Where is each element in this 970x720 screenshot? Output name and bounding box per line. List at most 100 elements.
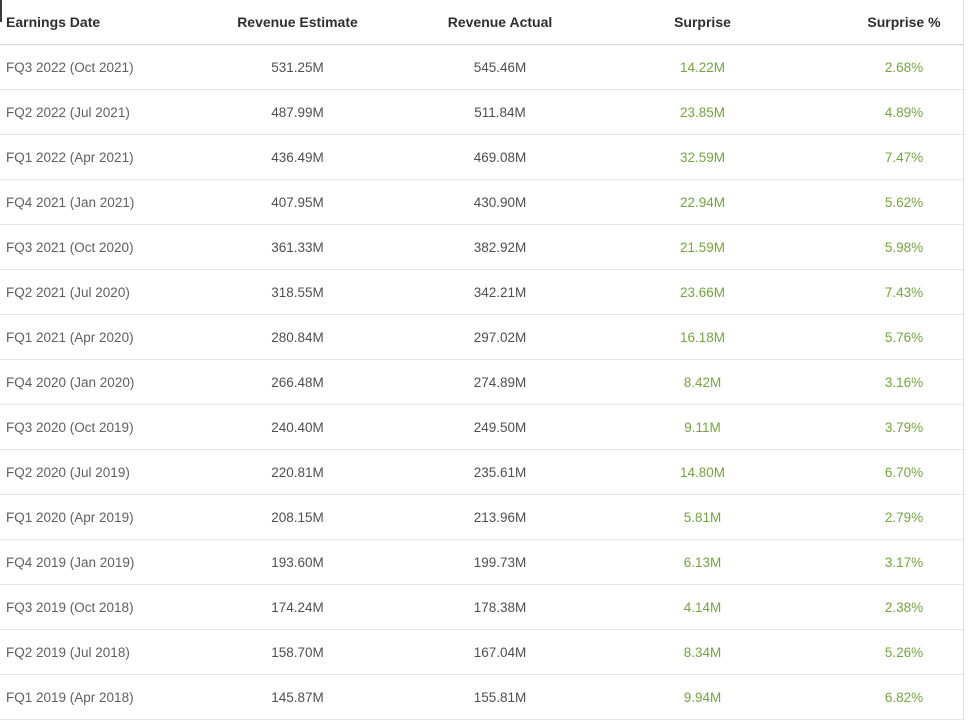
earnings-history-panel: Earnings Date Revenue Estimate Revenue A…	[0, 0, 970, 720]
table-body: FQ3 2022 (Oct 2021) 531.25M 545.46M 14.2…	[0, 44, 963, 720]
surprise-pct-cell: 7.43%	[805, 269, 963, 315]
surprise-cell: 23.85M	[600, 89, 805, 135]
revenue-actual-cell: 297.02M	[400, 314, 600, 360]
surprise-cell: 8.42M	[600, 359, 805, 405]
revenue-actual-cell: 199.73M	[400, 539, 600, 585]
revenue-estimate-cell: 220.81M	[195, 449, 400, 495]
table-row: FQ2 2022 (Jul 2021) 487.99M 511.84M 23.8…	[0, 89, 963, 135]
table-row: FQ4 2021 (Jan 2021) 407.95M 430.90M 22.9…	[0, 179, 963, 225]
revenue-actual-cell: 178.38M	[400, 584, 600, 630]
surprise-cell: 9.94M	[600, 674, 805, 720]
table-row: FQ3 2022 (Oct 2021) 531.25M 545.46M 14.2…	[0, 44, 963, 90]
revenue-estimate-cell: 407.95M	[195, 179, 400, 225]
revenue-actual-cell: 235.61M	[400, 449, 600, 495]
earnings-date-cell: FQ3 2022 (Oct 2021)	[0, 44, 195, 90]
column-header-surprise-pct: Surprise %	[805, 0, 963, 45]
revenue-actual-cell: 213.96M	[400, 494, 600, 540]
table-row: FQ3 2021 (Oct 2020) 361.33M 382.92M 21.5…	[0, 224, 963, 270]
surprise-cell: 4.14M	[600, 584, 805, 630]
surprise-pct-cell: 7.47%	[805, 134, 963, 180]
revenue-actual-cell: 430.90M	[400, 179, 600, 225]
surprise-pct-cell: 3.16%	[805, 359, 963, 405]
surprise-pct-cell: 3.79%	[805, 404, 963, 450]
earnings-date-cell: FQ1 2020 (Apr 2019)	[0, 494, 195, 540]
table-row: FQ3 2019 (Oct 2018) 174.24M 178.38M 4.14…	[0, 584, 963, 630]
table-row: FQ1 2020 (Apr 2019) 208.15M 213.96M 5.81…	[0, 494, 963, 540]
revenue-actual-cell: 511.84M	[400, 89, 600, 135]
revenue-estimate-cell: 174.24M	[195, 584, 400, 630]
earnings-date-cell: FQ2 2021 (Jul 2020)	[0, 269, 195, 315]
revenue-actual-cell: 249.50M	[400, 404, 600, 450]
revenue-estimate-cell: 318.55M	[195, 269, 400, 315]
earnings-date-cell: FQ2 2020 (Jul 2019)	[0, 449, 195, 495]
surprise-pct-cell: 5.98%	[805, 224, 963, 270]
earnings-date-cell: FQ1 2019 (Apr 2018)	[0, 674, 195, 720]
surprise-pct-cell: 5.76%	[805, 314, 963, 360]
revenue-actual-cell: 155.81M	[400, 674, 600, 720]
table-row: FQ1 2022 (Apr 2021) 436.49M 469.08M 32.5…	[0, 134, 963, 180]
surprise-pct-cell: 2.68%	[805, 44, 963, 90]
earnings-date-cell: FQ1 2022 (Apr 2021)	[0, 134, 195, 180]
surprise-cell: 21.59M	[600, 224, 805, 270]
revenue-estimate-cell: 208.15M	[195, 494, 400, 540]
earnings-date-cell: FQ4 2021 (Jan 2021)	[0, 179, 195, 225]
surprise-pct-cell: 3.17%	[805, 539, 963, 585]
earnings-date-cell: FQ4 2020 (Jan 2020)	[0, 359, 195, 405]
column-header-surprise: Surprise	[600, 0, 805, 45]
revenue-estimate-cell: 531.25M	[195, 44, 400, 90]
column-header-earnings-date: Earnings Date	[0, 0, 195, 45]
column-header-revenue-actual: Revenue Actual	[400, 0, 600, 45]
column-header-revenue-estimate: Revenue Estimate	[195, 0, 400, 45]
revenue-estimate-cell: 361.33M	[195, 224, 400, 270]
revenue-estimate-cell: 240.40M	[195, 404, 400, 450]
earnings-date-cell: FQ3 2021 (Oct 2020)	[0, 224, 195, 270]
earnings-date-cell: FQ3 2019 (Oct 2018)	[0, 584, 195, 630]
earnings-history-table: Earnings Date Revenue Estimate Revenue A…	[0, 0, 963, 720]
surprise-cell: 32.59M	[600, 134, 805, 180]
earnings-date-cell: FQ4 2019 (Jan 2019)	[0, 539, 195, 585]
revenue-estimate-cell: 158.70M	[195, 629, 400, 675]
surprise-cell: 14.80M	[600, 449, 805, 495]
surprise-cell: 16.18M	[600, 314, 805, 360]
surprise-pct-cell: 4.89%	[805, 89, 963, 135]
table-header-row: Earnings Date Revenue Estimate Revenue A…	[0, 0, 963, 45]
table-row: FQ1 2019 (Apr 2018) 145.87M 155.81M 9.94…	[0, 674, 963, 720]
table-row: FQ3 2020 (Oct 2019) 240.40M 249.50M 9.11…	[0, 404, 963, 450]
revenue-actual-cell: 382.92M	[400, 224, 600, 270]
earnings-date-cell: FQ2 2022 (Jul 2021)	[0, 89, 195, 135]
table-row: FQ4 2020 (Jan 2020) 266.48M 274.89M 8.42…	[0, 359, 963, 405]
revenue-estimate-cell: 487.99M	[195, 89, 400, 135]
surprise-cell: 22.94M	[600, 179, 805, 225]
surprise-pct-cell: 6.70%	[805, 449, 963, 495]
surprise-cell: 8.34M	[600, 629, 805, 675]
revenue-estimate-cell: 266.48M	[195, 359, 400, 405]
revenue-estimate-cell: 193.60M	[195, 539, 400, 585]
table-row: FQ2 2021 (Jul 2020) 318.55M 342.21M 23.6…	[0, 269, 963, 315]
surprise-cell: 9.11M	[600, 404, 805, 450]
earnings-date-cell: FQ1 2021 (Apr 2020)	[0, 314, 195, 360]
surprise-pct-cell: 5.62%	[805, 179, 963, 225]
revenue-actual-cell: 274.89M	[400, 359, 600, 405]
earnings-date-cell: FQ2 2019 (Jul 2018)	[0, 629, 195, 675]
table-row: FQ4 2019 (Jan 2019) 193.60M 199.73M 6.13…	[0, 539, 963, 585]
surprise-pct-cell: 2.79%	[805, 494, 963, 540]
revenue-actual-cell: 342.21M	[400, 269, 600, 315]
revenue-estimate-cell: 280.84M	[195, 314, 400, 360]
table-row: FQ2 2019 (Jul 2018) 158.70M 167.04M 8.34…	[0, 629, 963, 675]
revenue-estimate-cell: 145.87M	[195, 674, 400, 720]
revenue-estimate-cell: 436.49M	[195, 134, 400, 180]
earnings-table-container: Earnings Date Revenue Estimate Revenue A…	[0, 0, 964, 720]
table-row: FQ2 2020 (Jul 2019) 220.81M 235.61M 14.8…	[0, 449, 963, 495]
left-edge-mark	[0, 0, 2, 22]
revenue-actual-cell: 469.08M	[400, 134, 600, 180]
revenue-actual-cell: 545.46M	[400, 44, 600, 90]
surprise-pct-cell: 5.26%	[805, 629, 963, 675]
earnings-date-cell: FQ3 2020 (Oct 2019)	[0, 404, 195, 450]
surprise-pct-cell: 6.82%	[805, 674, 963, 720]
surprise-cell: 5.81M	[600, 494, 805, 540]
table-header: Earnings Date Revenue Estimate Revenue A…	[0, 0, 963, 45]
surprise-cell: 6.13M	[600, 539, 805, 585]
surprise-cell: 23.66M	[600, 269, 805, 315]
surprise-pct-cell: 2.38%	[805, 584, 963, 630]
table-row: FQ1 2021 (Apr 2020) 280.84M 297.02M 16.1…	[0, 314, 963, 360]
